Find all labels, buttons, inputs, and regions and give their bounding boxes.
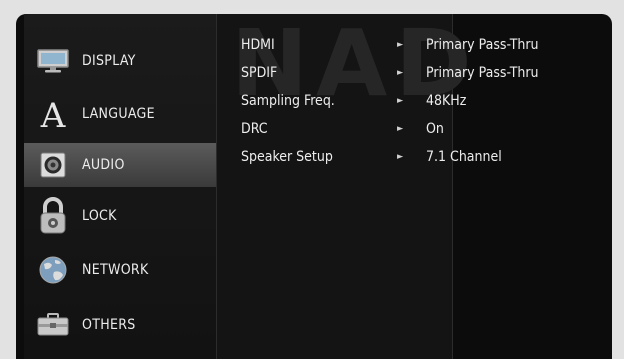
setting-value: 7.1 Channel <box>426 149 502 165</box>
setting-row-speaker-setup[interactable]: Speaker Setup ► 7.1 Channel <box>241 147 601 167</box>
category-sidebar: DISPLAY A LANGUAGE AUDIO LOCK NETWORK OT… <box>24 14 229 359</box>
letter-a-icon: A <box>24 97 82 131</box>
photo-frame: DISPLAY A LANGUAGE AUDIO LOCK NETWORK OT… <box>0 0 624 359</box>
monitor-icon <box>24 48 82 74</box>
setting-row-sampling-freq[interactable]: Sampling Freq. ► 48KHz <box>241 91 601 111</box>
setting-key: HDMI <box>241 37 275 53</box>
sidebar-item-label: LANGUAGE <box>82 106 155 122</box>
speaker-icon <box>24 152 82 178</box>
chevron-right-icon: ► <box>397 68 404 78</box>
sidebar-item-display[interactable]: DISPLAY <box>24 39 229 83</box>
setting-value: Primary Pass-Thru <box>426 65 539 81</box>
chevron-right-icon: ► <box>397 152 404 162</box>
sidebar-item-label: NETWORK <box>82 262 149 278</box>
chevron-right-icon: ► <box>397 96 404 106</box>
sidebar-item-label: LOCK <box>82 208 117 224</box>
sidebar-item-language[interactable]: A LANGUAGE <box>24 92 229 136</box>
setting-value: Primary Pass-Thru <box>426 37 539 53</box>
setting-row-spdif[interactable]: SPDIF ► Primary Pass-Thru <box>241 63 601 83</box>
setting-key: DRC <box>241 121 268 137</box>
setting-key: Sampling Freq. <box>241 93 335 109</box>
sidebar-item-label: DISPLAY <box>82 53 136 69</box>
setup-menu-screen: DISPLAY A LANGUAGE AUDIO LOCK NETWORK OT… <box>16 14 612 359</box>
setting-key: SPDIF <box>241 65 278 81</box>
svg-text:A: A <box>40 97 66 131</box>
setting-row-hdmi[interactable]: HDMI ► Primary Pass-Thru <box>241 35 601 55</box>
chevron-right-icon: ► <box>397 40 404 50</box>
sidebar-item-network[interactable]: NETWORK <box>24 248 229 292</box>
setting-row-drc[interactable]: DRC ► On <box>241 119 601 139</box>
sidebar-item-label: AUDIO <box>82 157 125 173</box>
sidebar-item-audio[interactable]: AUDIO <box>24 143 229 187</box>
globe-icon <box>24 255 82 285</box>
sidebar-item-lock[interactable]: LOCK <box>24 194 229 238</box>
padlock-icon <box>24 197 82 235</box>
chevron-right-icon: ► <box>397 124 404 134</box>
setting-value: On <box>426 121 444 137</box>
sidebar-item-label: OTHERS <box>82 317 136 333</box>
sidebar-item-others[interactable]: OTHERS <box>24 303 229 347</box>
toolbox-icon <box>24 313 82 337</box>
setting-key: Speaker Setup <box>241 149 333 165</box>
setting-value: 48KHz <box>426 93 467 109</box>
